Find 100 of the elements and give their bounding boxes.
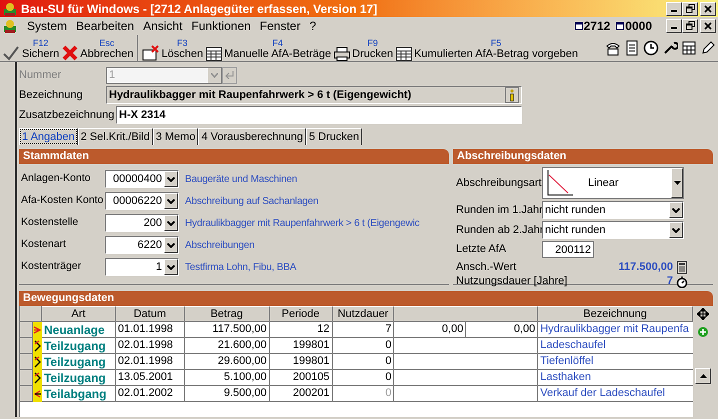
table-cell-text: 29.600,00 <box>218 354 267 370</box>
toolbar-button[interactable]: F3 Löschen <box>136 34 206 60</box>
table-cell-text: 117.500,00 <box>212 322 267 338</box>
menu-item[interactable]: Bearbeiten <box>76 16 134 34</box>
menu-item[interactable]: Fenster <box>260 16 300 34</box>
field-label: Abschreibungsart <box>456 176 542 191</box>
column-header[interactable]: Art <box>42 306 116 322</box>
row-type: Teilabgang <box>44 386 106 402</box>
tab[interactable]: 5 Drucken <box>306 128 362 145</box>
useful-life-value: 7 <box>666 274 673 290</box>
table-cell-text: 02.01.1998 <box>118 338 173 354</box>
table-cell-text: 9.500,00 <box>224 386 267 402</box>
table-cell-text: 02.01.1998 <box>118 354 173 370</box>
window-title: Bau-SU für Windows - [2712 Anlagegüter erfassen, Version 17] <box>21 0 378 18</box>
section-header: Bewegungsdaten <box>19 291 713 306</box>
toolbar-button[interactable]: F12 Sichern <box>2 34 62 60</box>
toolbar-button[interactable]: F4 Manuelle AfA-Beträge <box>206 34 334 60</box>
field-label: Afa-Kosten Konto <box>21 193 104 208</box>
menu-item[interactable]: Funktionen <box>191 16 251 34</box>
table-cell-text: 01.01.1998 <box>118 322 173 338</box>
additional-description-field[interactable]: H-X 2314 <box>116 106 522 124</box>
account-description: Abschreibung auf Sachanlagen <box>185 194 318 208</box>
description-link[interactable]: Lasthaken <box>540 369 592 386</box>
section-header: Abschreibungsdaten <box>453 149 713 164</box>
tab[interactable]: 3 Memo <box>152 128 198 145</box>
tab[interactable]: 4 Vorausberechnung <box>198 128 306 145</box>
button-label: Sichern <box>22 48 60 60</box>
account-combobox[interactable]: 200 <box>105 214 179 232</box>
table-cell-text: 200201 <box>292 386 330 402</box>
field-label: Runden ab 2.Jahr <box>456 222 542 238</box>
table-cell-text: 0 <box>385 354 392 370</box>
rounding-combobox[interactable]: nicht runden <box>542 201 684 219</box>
section-header: Stammdaten <box>19 149 449 164</box>
toolbar-button[interactable]: F9 Drucken <box>334 34 396 60</box>
description-link[interactable]: Hydraulikbagger mit Raupenfa <box>540 321 689 338</box>
table-cell-text: 0 <box>385 386 392 402</box>
field-label: Nutzungsdauer [Jahre] <box>456 274 568 289</box>
field-label: Bezeichnung <box>19 88 84 103</box>
shortcut-key: Esc <box>80 38 134 48</box>
table-cell-text: 21.600,00 <box>218 338 267 354</box>
account-description: Hydraulikbagger mit Raupenfahrwerk > 6 t (Eigengewic <box>185 216 420 230</box>
table-cell-text: 0,00 <box>442 322 464 338</box>
depreciation-type-combobox[interactable]: Linear <box>542 167 684 199</box>
column-header[interactable]: Betrag <box>184 306 270 322</box>
account-description: Baugeräte und Maschinen <box>185 172 298 186</box>
field-label: Runden im 1.Jahr <box>456 202 542 218</box>
row-type: Teilzugang <box>44 354 106 370</box>
table-cell-text: 5.100,00 <box>224 370 267 386</box>
account-combobox[interactable]: 00006220 <box>105 192 179 210</box>
description-field[interactable]: Hydraulikbagger mit Raupenfahrwerk > 6 t (Eigengewicht) <box>106 86 522 104</box>
counter-text: 2712 <box>584 18 610 34</box>
column-header[interactable]: Datum <box>116 306 185 322</box>
menu-item[interactable]: Ansicht <box>143 16 182 34</box>
shortcut-key: F12 <box>22 38 60 48</box>
toolbar-button[interactable]: F5 Kumulierten AfA-Betrag vorgeben <box>396 34 581 60</box>
row-type: Teilzugang <box>44 370 106 386</box>
table-cell-text: 7 <box>385 322 392 338</box>
shortcut-key: F3 <box>162 38 204 48</box>
menu-item[interactable]: System <box>27 16 68 34</box>
last-depreciation-field[interactable]: 200112 <box>542 241 594 258</box>
account-description: Testfirma Lohn, Fibu, BBA <box>185 260 296 274</box>
button-label: Drucken <box>352 48 394 60</box>
table-cell-text: 200105 <box>292 370 330 386</box>
account-combobox[interactable]: 1 <box>105 258 179 276</box>
rounding-combobox[interactable]: nicht runden <box>542 221 684 239</box>
table-cell-text: 0,00 <box>514 322 536 338</box>
field-label: Zusatzbezeichnung <box>19 108 116 123</box>
column-header[interactable]: Periode <box>270 306 333 322</box>
acquisition-value: 117.500,00 <box>618 260 673 275</box>
column-header[interactable]: Bezeichnung <box>538 306 693 322</box>
tab[interactable]: 2 Sel.Krit./Bild <box>78 128 153 145</box>
description-link[interactable]: Verkauf der Ladeschaufel <box>540 385 666 402</box>
field-label: Kostenträger <box>21 259 82 274</box>
button-label: Löschen <box>162 48 204 60</box>
table-cell-text: 0 <box>385 338 392 354</box>
account-combobox[interactable]: 6220 <box>105 236 179 254</box>
account-description: Abschreibungen <box>185 238 254 252</box>
menu-item[interactable]: ? <box>309 16 316 34</box>
description-link[interactable]: Ladeschaufel <box>540 337 606 354</box>
field-label: Anlagen-Konto <box>21 171 92 186</box>
field-label: Letzte AfA <box>456 242 508 258</box>
button-label: Abbrechen <box>80 48 134 60</box>
shortcut-key: F4 <box>224 38 332 48</box>
table-cell-text: 13.05.2001 <box>118 370 173 386</box>
field-label: Ansch.-Wert <box>456 260 518 275</box>
shortcut-key: F9 <box>352 38 394 48</box>
table-cell-text: 199801 <box>292 354 330 370</box>
row-type: Teilzugang <box>44 338 106 354</box>
field-label: Kostenstelle <box>21 215 80 230</box>
table-cell-text: 12 <box>317 322 330 338</box>
button-label: Manuelle AfA-Beträge <box>224 48 332 60</box>
button-label: Kumulierten AfA-Betrag vorgeben <box>414 48 578 60</box>
tab[interactable]: 1 Angaben <box>19 128 78 145</box>
description-link[interactable]: Tiefenlöffel <box>540 353 594 370</box>
account-combobox[interactable]: 00000400 <box>105 170 179 188</box>
toolbar-button[interactable]: Esc Abbrechen <box>62 34 137 60</box>
field-label: Nummer <box>19 68 62 83</box>
table-cell-text: 02.01.2002 <box>118 386 173 402</box>
counter-text: 0000 <box>625 18 652 34</box>
row-type: Neuanlage <box>44 322 105 338</box>
